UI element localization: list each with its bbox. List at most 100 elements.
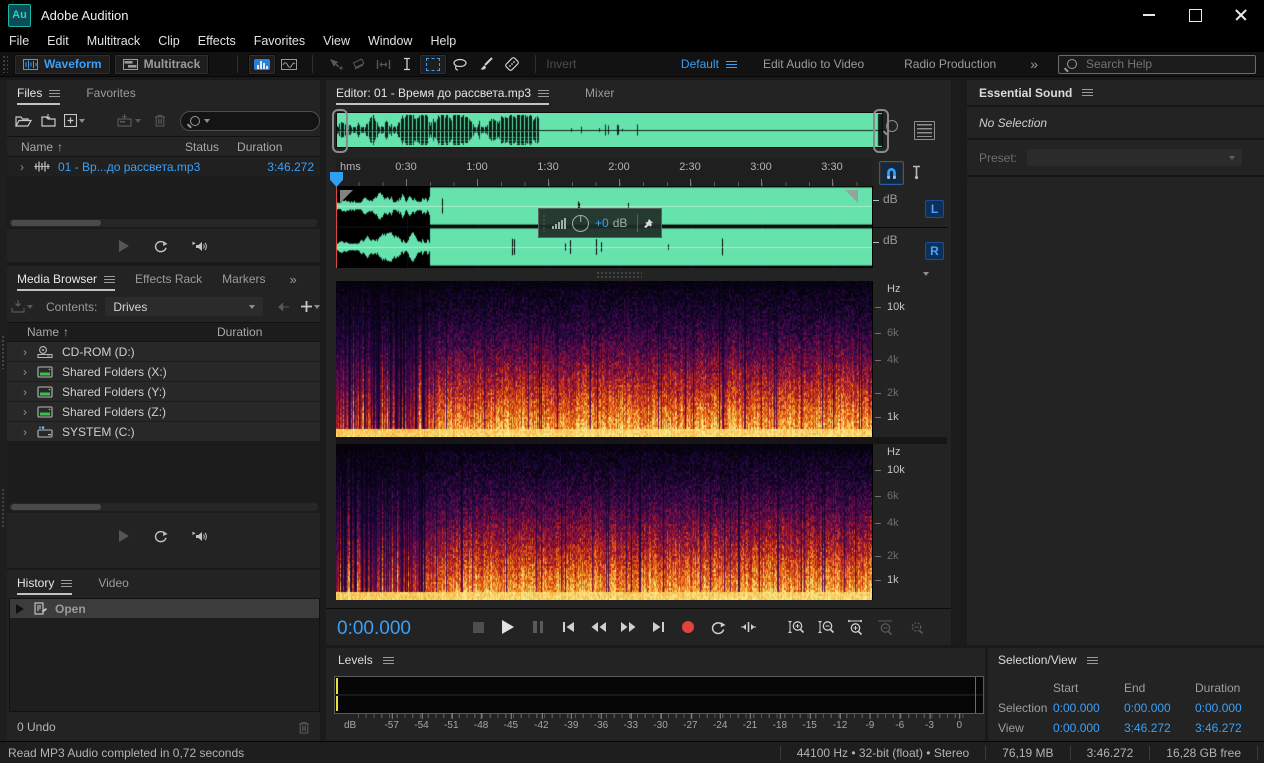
- hud-pin-icon[interactable]: [643, 218, 654, 229]
- auto-play-button[interactable]: [192, 240, 208, 253]
- zoom-out-full-overview-button[interactable]: [886, 120, 898, 132]
- essential-sound-menu-icon[interactable]: [1082, 89, 1093, 96]
- file-row[interactable]: › 01 - Вр...до рассвета.mp3 3:46.272: [7, 157, 320, 176]
- pause-button[interactable]: [526, 616, 550, 638]
- menu-favorites[interactable]: Favorites: [245, 34, 314, 48]
- toolbar-grip[interactable]: [2, 55, 8, 73]
- waveform-mode-button[interactable]: Waveform: [14, 54, 111, 75]
- selection-end[interactable]: 0:00.000: [1124, 698, 1195, 718]
- tab-media-browser[interactable]: Media Browser: [17, 266, 115, 292]
- move-tool-button[interactable]: [323, 55, 347, 74]
- zoom-in-at-point-button[interactable]: [874, 616, 898, 638]
- auto-play-button[interactable]: [192, 530, 208, 543]
- delete-file-button[interactable]: [147, 114, 172, 127]
- view-duration[interactable]: 3:46.272: [1195, 718, 1264, 738]
- editor-menu-icon[interactable]: [538, 90, 549, 97]
- tab-favorites[interactable]: Favorites: [86, 80, 135, 106]
- files-panel-menu-icon[interactable]: [49, 90, 60, 97]
- hud-gain-value[interactable]: +0: [595, 216, 609, 230]
- selection-start[interactable]: 0:00.000: [1053, 698, 1124, 718]
- time-display[interactable]: 0:00.000: [337, 618, 411, 640]
- loop-playback-button[interactable]: [153, 529, 168, 543]
- view-end[interactable]: 3:46.272: [1124, 718, 1195, 738]
- paintbrush-selection-tool-button[interactable]: [473, 55, 499, 74]
- selection-view-menu-icon[interactable]: [1087, 657, 1098, 664]
- marquee-selection-tool-button[interactable]: [419, 54, 447, 75]
- loop-playback-button[interactable]: [153, 239, 168, 253]
- spectral-view-button[interactable]: [276, 55, 302, 74]
- menu-effects[interactable]: Effects: [189, 34, 245, 48]
- wave-spectral-splitter[interactable]: [336, 268, 947, 281]
- hud-grip[interactable]: [542, 214, 547, 232]
- drive-row-shared-z[interactable]: › Shared Folders (Z:): [7, 402, 320, 422]
- files-hscrollbar[interactable]: [9, 219, 318, 227]
- expand-chevron-icon[interactable]: ›: [23, 366, 27, 378]
- add-shortcut-button[interactable]: [301, 301, 320, 312]
- drive-row-system-c[interactable]: › SYSTEM (C:): [7, 422, 320, 442]
- slip-tool-button[interactable]: [371, 55, 395, 74]
- marker-pin-button[interactable]: [907, 163, 925, 181]
- stop-button[interactable]: [466, 616, 490, 638]
- tab-mixer[interactable]: Mixer: [585, 80, 614, 106]
- history-delete-button[interactable]: [298, 721, 310, 734]
- preview-play-button[interactable]: [119, 240, 129, 252]
- zoom-in-time-button[interactable]: [784, 616, 808, 638]
- workspace-edit-audio-to-video[interactable]: Edit Audio to Video: [763, 57, 864, 71]
- import-file-button[interactable]: [36, 114, 61, 127]
- maximize-button[interactable]: [1172, 0, 1218, 30]
- razor-tool-button[interactable]: [347, 55, 371, 74]
- view-start[interactable]: 0:00.000: [1053, 718, 1124, 738]
- record-button[interactable]: [676, 616, 700, 638]
- back-button[interactable]: [277, 302, 289, 312]
- tab-history[interactable]: History: [17, 570, 72, 596]
- close-button[interactable]: [1218, 0, 1264, 30]
- contents-dropdown[interactable]: Drives: [105, 297, 262, 316]
- menu-edit[interactable]: Edit: [38, 34, 78, 48]
- zoom-out-full-button[interactable]: [904, 616, 928, 638]
- scroll-thumb[interactable]: [11, 220, 101, 226]
- drive-row-shared-y[interactable]: › Shared Folders (Y:): [7, 382, 320, 402]
- media-hscrollbar[interactable]: [9, 503, 318, 511]
- panel-overflow-icon[interactable]: »: [290, 272, 297, 287]
- snap-toggle-button[interactable]: [879, 161, 904, 185]
- loop-playback-button[interactable]: [706, 616, 730, 638]
- tab-markers[interactable]: Markers: [222, 266, 265, 292]
- waveform-view-button[interactable]: [248, 54, 276, 75]
- panel-grip[interactable]: [1, 335, 6, 369]
- files-search-box[interactable]: [180, 111, 320, 131]
- spot-healing-brush-tool-button[interactable]: [499, 55, 525, 74]
- workspace-radio-production[interactable]: Radio Production: [904, 57, 996, 71]
- menu-view[interactable]: View: [314, 34, 359, 48]
- tab-video[interactable]: Video: [98, 570, 128, 596]
- overview-left-handle[interactable]: [332, 109, 348, 153]
- skip-to-end-button[interactable]: [646, 616, 670, 638]
- menu-help[interactable]: Help: [421, 34, 465, 48]
- invert-button[interactable]: Invert: [546, 57, 576, 71]
- menu-file[interactable]: File: [0, 34, 38, 48]
- history-menu-icon[interactable]: [61, 580, 72, 587]
- lasso-selection-tool-button[interactable]: [447, 55, 473, 74]
- expand-chevron-icon[interactable]: ›: [23, 346, 27, 358]
- menu-clip[interactable]: Clip: [149, 34, 189, 48]
- file-overview-strip[interactable]: [336, 112, 883, 148]
- panel-grip[interactable]: [1, 488, 6, 528]
- volume-knob-icon[interactable]: [572, 215, 589, 232]
- workspace-menu-icon[interactable]: [726, 61, 737, 68]
- expand-chevron-icon[interactable]: ›: [23, 406, 27, 418]
- rewind-button[interactable]: [586, 616, 610, 638]
- menu-window[interactable]: Window: [359, 34, 421, 48]
- spectrogram-left-channel[interactable]: [336, 281, 872, 437]
- left-channel-button[interactable]: L: [925, 200, 944, 218]
- spectrogram-right-channel[interactable]: [336, 444, 872, 600]
- col-name[interactable]: Name: [21, 140, 53, 154]
- tab-editor[interactable]: Editor: 01 - Время до рассвета.mp3: [336, 80, 549, 106]
- col-duration[interactable]: Duration: [217, 325, 262, 339]
- menu-multitrack[interactable]: Multitrack: [78, 34, 149, 48]
- expand-chevron-icon[interactable]: ›: [23, 426, 27, 438]
- zoom-to-selection-button[interactable]: [844, 616, 868, 638]
- zoom-out-time-button[interactable]: [814, 616, 838, 638]
- skip-selection-button[interactable]: [736, 616, 760, 638]
- col-name[interactable]: Name: [27, 325, 59, 339]
- expand-chevron-icon[interactable]: ›: [23, 386, 27, 398]
- workspace-default[interactable]: Default: [681, 57, 737, 71]
